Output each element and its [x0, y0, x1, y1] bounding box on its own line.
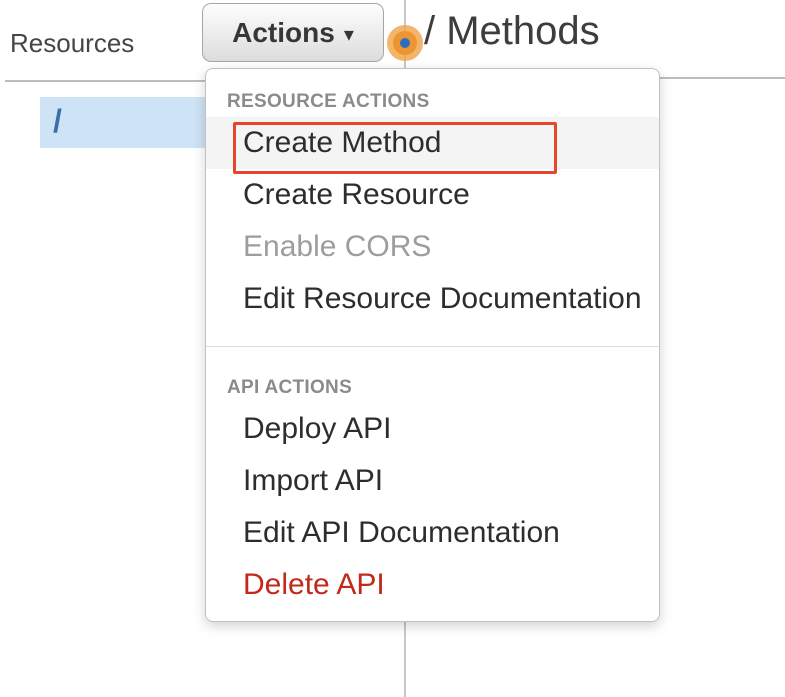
- actions-button-label: Actions: [232, 16, 335, 48]
- methods-panel-title: / Methods: [424, 9, 600, 53]
- menu-section-header-api-actions: API ACTIONS: [227, 377, 353, 398]
- menu-item-create-method[interactable]: Create Method: [206, 117, 659, 169]
- menu-item-delete-api[interactable]: Delete API: [206, 559, 659, 611]
- click-indicator-dot: [400, 38, 410, 48]
- api-gateway-resources-page: Resources / Methods / Actions ▾ RESOURCE…: [0, 0, 785, 697]
- actions-dropdown-menu: RESOURCE ACTIONS Create Method Create Re…: [205, 68, 660, 622]
- menu-item-edit-api-documentation[interactable]: Edit API Documentation: [206, 507, 659, 559]
- caret-down-icon: ▾: [343, 24, 354, 46]
- actions-button[interactable]: Actions ▾: [202, 3, 384, 62]
- resources-panel-title: Resources: [10, 28, 135, 58]
- menu-item-create-resource[interactable]: Create Resource: [206, 169, 659, 221]
- menu-item-deploy-api[interactable]: Deploy API: [206, 403, 659, 455]
- menu-item-enable-cors[interactable]: Enable CORS: [206, 221, 659, 273]
- menu-item-edit-resource-documentation[interactable]: Edit Resource Documentation: [206, 273, 659, 325]
- click-indicator-ring: [393, 31, 417, 55]
- menu-section-header-resource-actions: RESOURCE ACTIONS: [227, 91, 430, 112]
- menu-item-import-api[interactable]: Import API: [206, 455, 659, 507]
- click-indicator-icon: [387, 25, 423, 61]
